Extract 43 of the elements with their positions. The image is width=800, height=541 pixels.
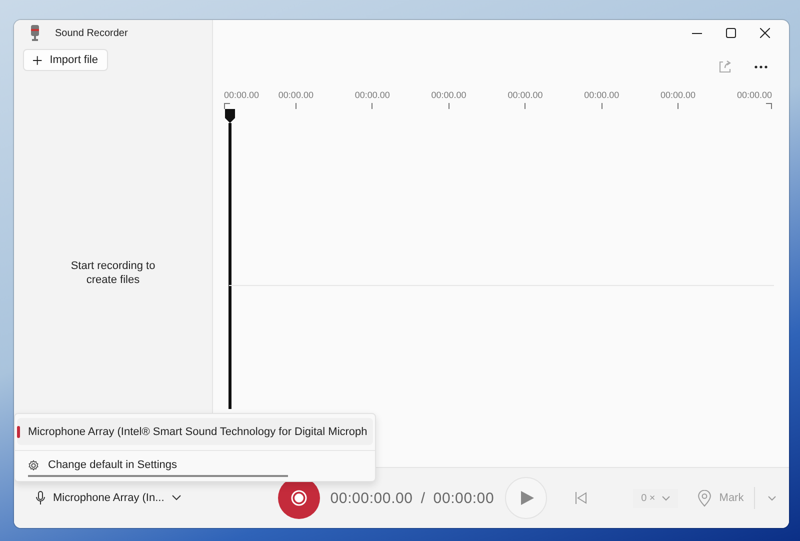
timeline-label: 00:00.00 <box>508 90 543 100</box>
play-icon <box>521 491 534 505</box>
chevron-down-icon <box>172 495 182 501</box>
end-bracket-icon <box>766 103 772 109</box>
settings-icon <box>28 460 39 470</box>
window-title: Sound Recorder <box>55 28 128 38</box>
chevron-down-icon <box>768 496 776 500</box>
more-options-icon[interactable] <box>754 65 768 69</box>
record-icon <box>291 490 308 506</box>
timeline-label: 00:00.00 <box>660 90 696 100</box>
device-menu-item[interactable]: Microphone Array (Intel® Smart Sound Technology for Digital Microph <box>17 418 374 445</box>
chevron-down-icon <box>662 496 670 500</box>
microphone-icon <box>29 25 41 41</box>
close-icon <box>760 28 770 38</box>
location-pin-icon <box>698 490 712 506</box>
tick-mark <box>524 103 526 109</box>
timeline-label: 00:00.00 <box>224 90 260 100</box>
timeline-label: 00:00.00 <box>736 90 772 100</box>
plus-icon <box>33 54 42 66</box>
tick-mark <box>600 103 603 109</box>
timeline-label: 00:00.00 <box>354 90 390 100</box>
maximize-icon <box>726 28 736 38</box>
empty-state-message: Start recording to create files <box>70 259 156 287</box>
skip-back-icon[interactable] <box>575 492 588 504</box>
tick-mark <box>448 103 450 109</box>
tick-mark <box>294 103 297 109</box>
import-file-button[interactable]: Import file <box>23 49 108 71</box>
minimize-icon <box>692 32 702 34</box>
playhead[interactable] <box>224 109 236 409</box>
tick-mark <box>677 103 680 109</box>
settings-menu-item[interactable]: Change default in Settings <box>15 452 376 478</box>
timeline-label: 00:00.00 <box>278 90 314 100</box>
microphone-selector[interactable]: Microphone Array (In... <box>36 491 182 505</box>
tick-mark <box>371 103 374 109</box>
time-separator: / <box>420 490 426 506</box>
mark-options-button[interactable] <box>768 493 778 503</box>
total-time: 00:00:00 <box>433 490 494 506</box>
timeline-label: 00:00.00 <box>431 90 466 100</box>
current-time: 00:00:00.00 <box>330 490 413 506</box>
start-bracket-icon <box>224 103 230 109</box>
microphone-icon <box>36 491 45 505</box>
play-button[interactable] <box>505 477 548 519</box>
timeline-label: 00:00.00 <box>584 90 620 100</box>
